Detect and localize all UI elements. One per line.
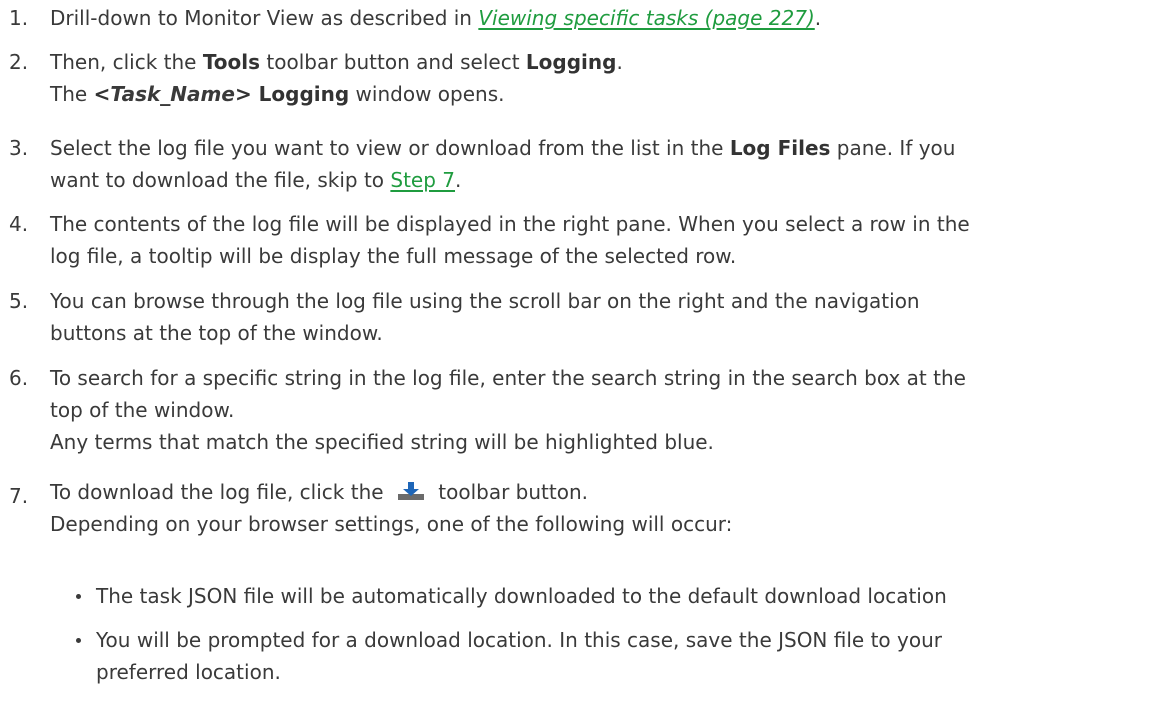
- step-number: 4.: [9, 212, 29, 236]
- list-item: The task JSON file will be automatically…: [76, 580, 1172, 612]
- step-2-result-post: window opens.: [349, 82, 505, 106]
- bullet-icon: [76, 638, 81, 643]
- logging-label: Logging: [525, 50, 617, 74]
- outcome-2-line-1: You will be prompted for a download loca…: [96, 628, 942, 652]
- step-7-result: Depending on your browser settings, one …: [50, 512, 733, 536]
- step-5-line-1: You can browse through the log file usin…: [50, 289, 920, 313]
- step-7-link[interactable]: Step 7: [390, 168, 455, 192]
- step-1-post: .: [814, 6, 822, 30]
- step-5-line-2: buttons at the top of the window.: [50, 321, 383, 345]
- step-3-post: pane. If you: [830, 136, 956, 160]
- step-2-text: Then, click the Tools toolbar button and…: [50, 46, 1160, 78]
- step-1-text: Drill-down to Monitor View as described …: [50, 2, 1160, 34]
- step-6-result: Any terms that match the specified strin…: [50, 430, 714, 454]
- viewing-specific-tasks-link[interactable]: Viewing specific tasks (page 227): [478, 6, 814, 30]
- step-number: 3.: [9, 136, 29, 160]
- step-2-result: The <Task_Name> Logging window opens.: [50, 78, 1160, 110]
- step-number: 5.: [9, 289, 29, 313]
- step-4-line-2: log file, a tooltip will be display the …: [50, 244, 737, 268]
- outcome-2-line-2: preferred location.: [96, 660, 281, 684]
- step-7-outcomes: The task JSON file will be automatically…: [76, 580, 1172, 688]
- step-7-pre: To download the log file, click the: [50, 480, 390, 504]
- list-item: You will be prompted for a download loca…: [76, 624, 1172, 688]
- step-3-line-1: Select the log file you want to view or …: [50, 132, 1160, 164]
- bullet-icon: [76, 594, 81, 599]
- step-1-pre: Drill-down to Monitor View as described …: [50, 6, 479, 30]
- step-number: 1.: [9, 6, 29, 30]
- task-name-placeholder: Task_Name: [110, 82, 235, 106]
- procedure-document: 1. Drill-down to Monitor View as describ…: [0, 0, 1172, 711]
- tools-label: Tools: [202, 50, 261, 74]
- step-2-post: .: [616, 50, 623, 74]
- log-files-label: Log Files: [729, 136, 831, 160]
- step-6-line-2: top of the window.: [50, 398, 235, 422]
- step-3-line-2-pre: want to download the file, skip to: [50, 168, 391, 192]
- step-3-pre: Select the log file you want to view or …: [50, 136, 730, 160]
- step-6-line-1: To search for a specific string in the l…: [50, 366, 966, 390]
- step-2-pre: Then, click the: [50, 50, 203, 74]
- step-3-line-2-post: .: [455, 168, 462, 192]
- step-number: 7.: [9, 484, 29, 508]
- step-2-mid: toolbar button and select: [260, 50, 526, 74]
- step-number: 6.: [9, 366, 29, 390]
- window-title-open: <: [93, 82, 111, 106]
- step-3-line-2: want to download the file, skip to Step …: [50, 164, 1160, 196]
- step-7-post: toolbar button.: [431, 480, 588, 504]
- step-2-result-pre: The: [50, 82, 94, 106]
- step-number: 2.: [9, 50, 29, 74]
- step-4-line-1: The contents of the log file will be dis…: [50, 212, 970, 236]
- step-7-line-1: To download the log file, click the tool…: [50, 476, 1160, 508]
- download-icon[interactable]: [396, 481, 426, 501]
- outcome-1-text: The task JSON file will be automatically…: [96, 584, 947, 608]
- window-title-close: > Logging: [234, 82, 350, 106]
